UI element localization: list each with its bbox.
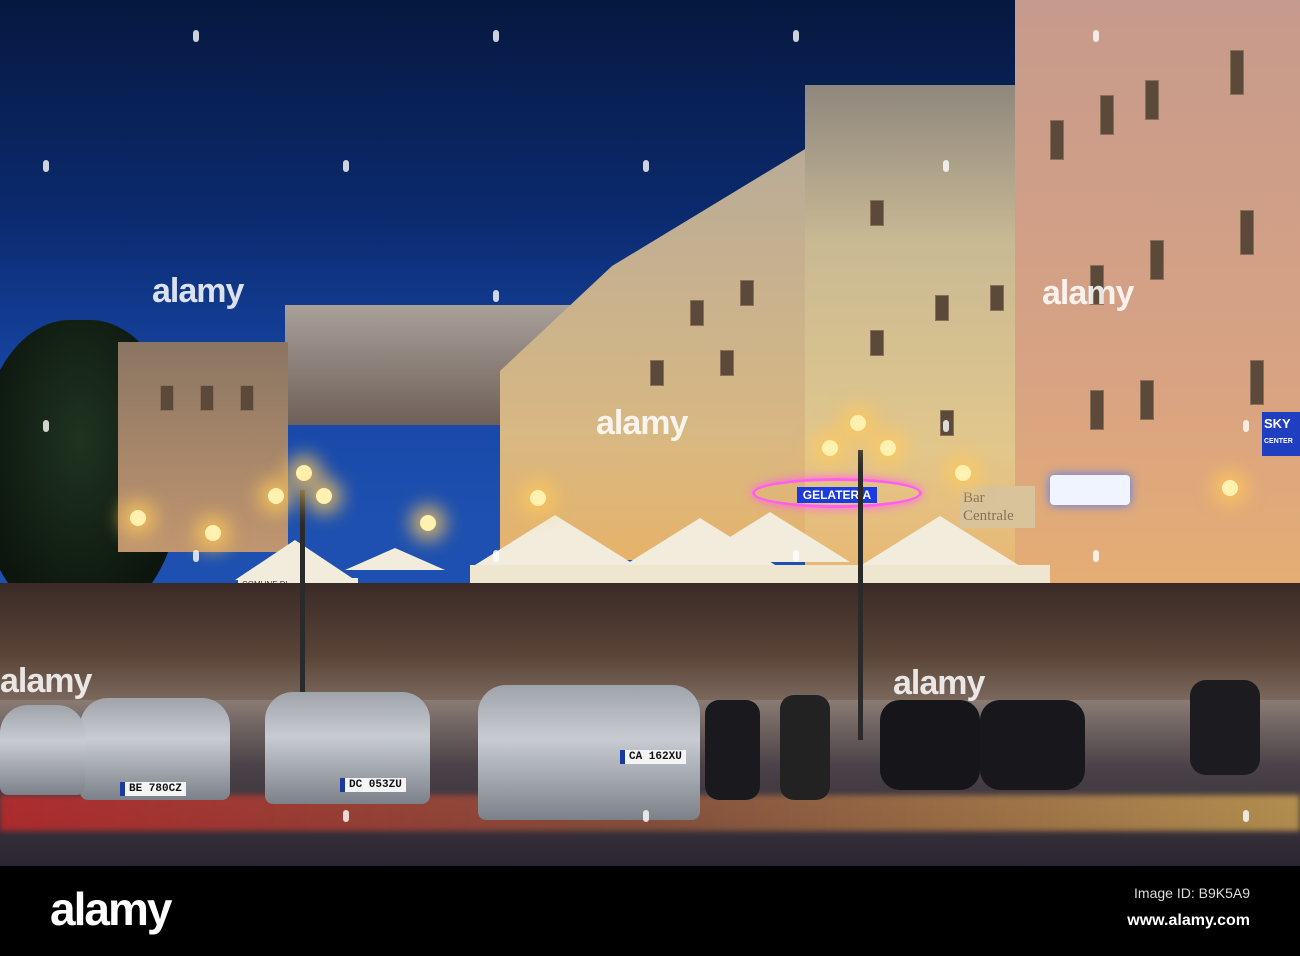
street-lamp <box>850 415 866 431</box>
tent <box>235 540 355 580</box>
scooter <box>880 700 980 790</box>
watermark: alamy <box>1042 274 1134 312</box>
alamy-url[interactable]: www.alamy.com <box>1127 912 1250 930</box>
tent <box>860 516 1020 566</box>
scooter <box>980 700 1085 790</box>
tent <box>690 512 850 562</box>
gelateria-sign: GELATERIA <box>752 478 922 508</box>
watermark: alamy <box>893 664 985 702</box>
license-plate: CA 162XU <box>620 750 686 764</box>
scooter <box>705 700 760 800</box>
street-lamp <box>420 515 436 531</box>
scooter <box>1190 680 1260 775</box>
tent <box>345 548 445 570</box>
tent <box>475 515 635 565</box>
sky-sign: SKY CENTER <box>1262 412 1300 456</box>
street-lamp <box>205 525 221 541</box>
watermark: alamy <box>596 404 688 442</box>
neon-sign <box>1050 475 1130 505</box>
street-lamp <box>880 440 896 456</box>
street-lamp <box>822 440 838 456</box>
image-id: Image ID: B9K5A9 <box>1134 885 1250 901</box>
street-lamp <box>316 488 332 504</box>
license-plate: BE 780CZ <box>120 782 186 796</box>
photo: GELATERIA Bar Centrale SKYCENTER COMUNE … <box>0 0 1300 866</box>
footer-bar: alamy Image ID: B9K5A9 www.alamy.com <box>0 866 1300 956</box>
alamy-logo[interactable]: alamy <box>50 882 172 936</box>
street-lamp <box>268 488 284 504</box>
license-plate: DC 053ZU <box>340 778 406 792</box>
street-lamp <box>1222 480 1238 496</box>
street-lamp <box>130 510 146 526</box>
watermark: alamy <box>152 272 244 310</box>
street-lamp <box>530 490 546 506</box>
street-lamp <box>955 465 971 481</box>
scooter <box>780 695 830 800</box>
watermark: alamy <box>0 662 92 700</box>
car <box>0 705 85 795</box>
street-lamp <box>296 465 312 481</box>
